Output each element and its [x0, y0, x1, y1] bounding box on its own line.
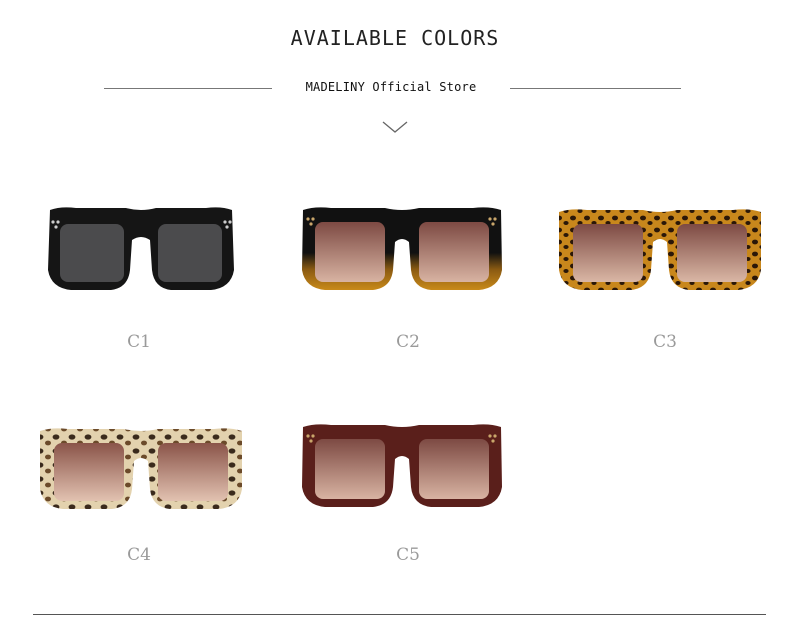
product-c3-label: C3: [653, 332, 677, 352]
store-name: MADELINY Official Store: [305, 80, 477, 94]
sunglasses-c1-image: [48, 207, 234, 290]
product-c3[interactable]: [555, 190, 765, 300]
page-title: AVAILABLE COLORS: [290, 26, 500, 50]
sunglasses-c4-image: [40, 428, 242, 509]
product-c1[interactable]: [36, 190, 246, 300]
product-c5[interactable]: [297, 405, 507, 515]
product-c5-label: C5: [396, 545, 420, 565]
divider-right: [510, 88, 681, 89]
product-c2[interactable]: [297, 190, 507, 300]
chevron-down-icon: [382, 121, 408, 133]
sunglasses-c5-image: [302, 424, 502, 507]
product-c1-label: C1: [127, 332, 151, 352]
divider-left: [104, 88, 272, 89]
sunglasses-c3-image: [559, 209, 761, 290]
product-c4[interactable]: [36, 405, 246, 515]
bottom-divider: [33, 614, 766, 615]
product-c2-label: C2: [396, 332, 420, 352]
product-c4-label: C4: [127, 545, 151, 565]
sunglasses-c2-image: [302, 207, 502, 290]
